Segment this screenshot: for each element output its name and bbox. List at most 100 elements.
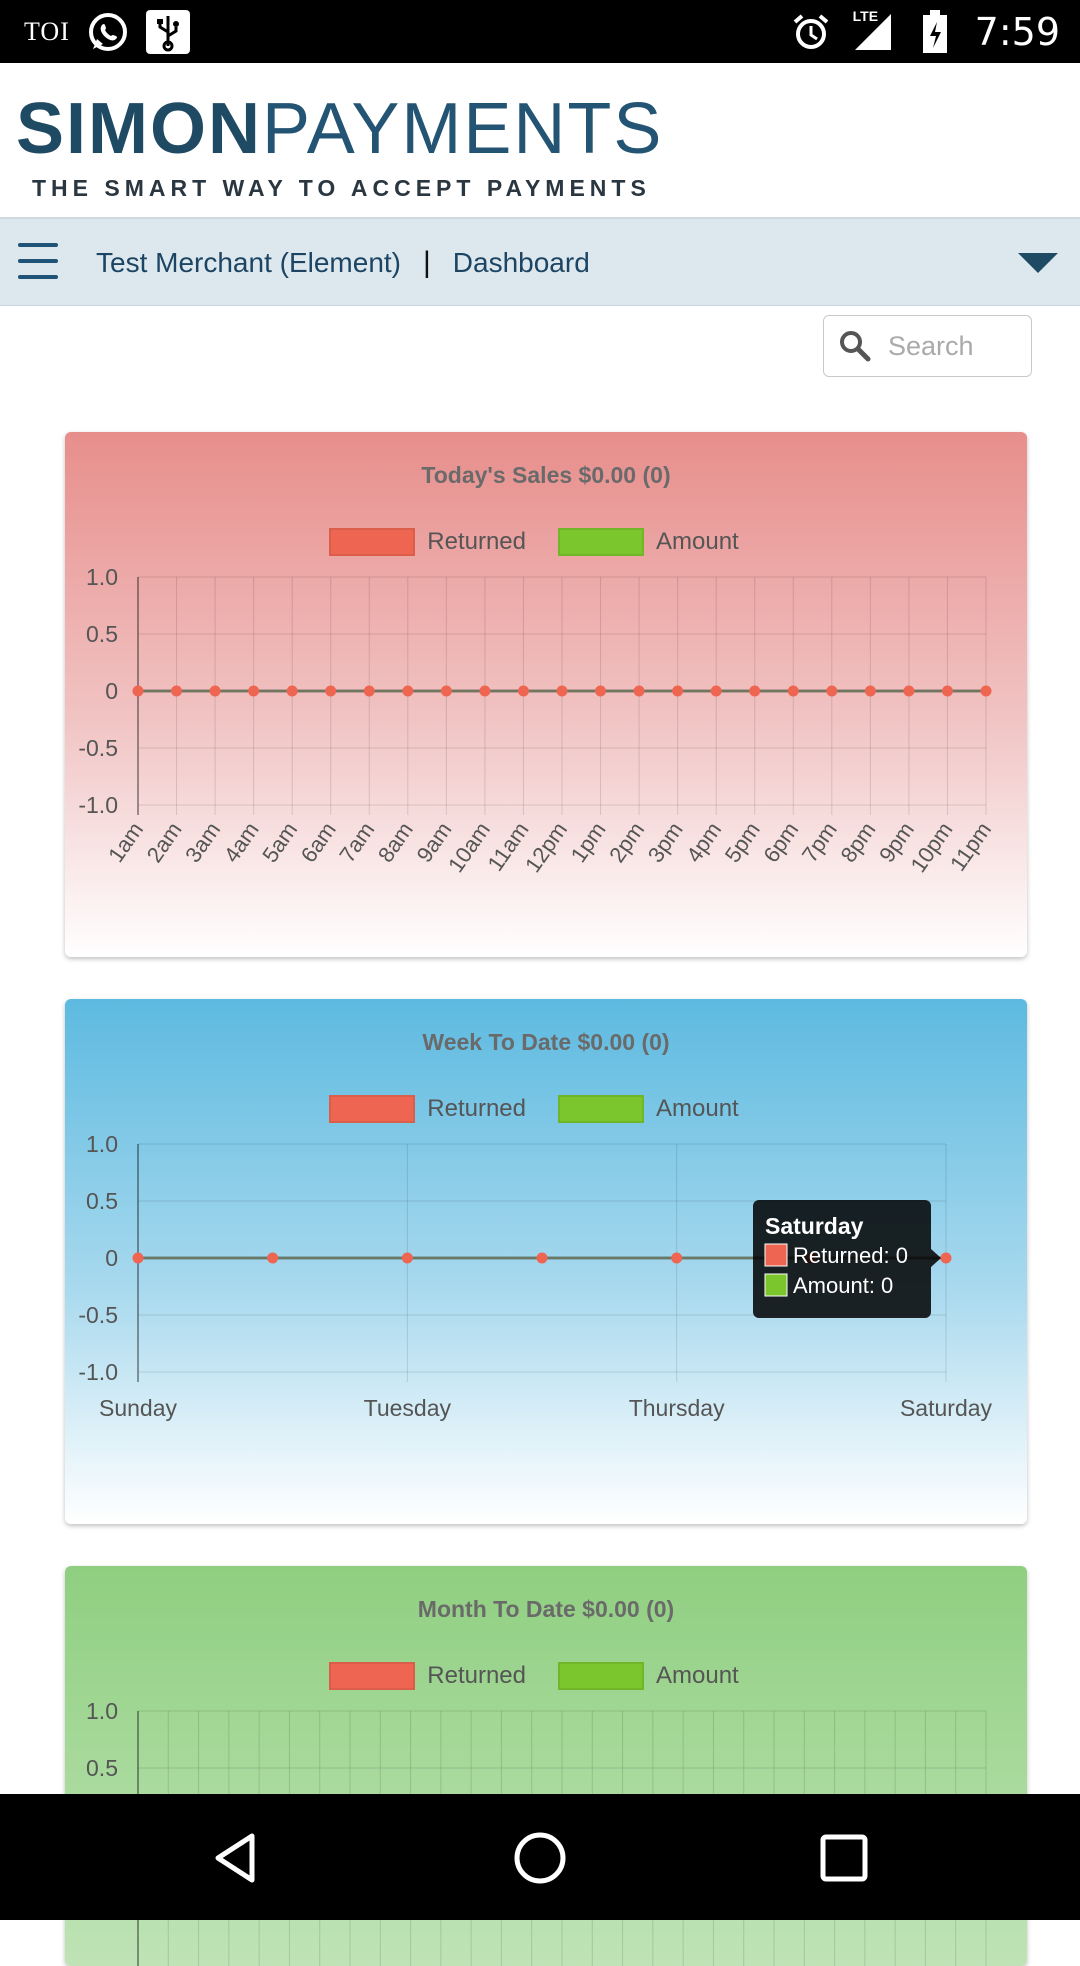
- y-tick-label: 0.5: [86, 1755, 118, 1781]
- data-point-returned: [672, 685, 684, 697]
- x-tick-label: 10am: [443, 818, 495, 877]
- x-tick-label: 5am: [257, 818, 302, 867]
- x-tick-label: Thursday: [629, 1395, 725, 1421]
- home-icon[interactable]: [510, 1828, 570, 1888]
- y-tick-label: 0: [105, 678, 118, 704]
- x-tick-label: Tuesday: [364, 1395, 452, 1421]
- tooltip-title: Saturday: [765, 1213, 864, 1239]
- data-point-returned: [903, 685, 915, 697]
- tooltip-swatch: [764, 1243, 788, 1267]
- tooltip-caret: [931, 1249, 941, 1267]
- y-tick-label: 0: [105, 1245, 118, 1271]
- data-point-returned: [286, 685, 298, 697]
- brand-name-bold: SIMON: [16, 89, 263, 169]
- tooltip-line: Amount: 0: [793, 1273, 893, 1298]
- x-tick-label: 10pm: [905, 818, 957, 877]
- data-point-returned: [787, 685, 799, 697]
- data-point-returned: [556, 685, 568, 697]
- data-point-returned: [479, 685, 491, 697]
- x-tick-label: 4am: [219, 818, 264, 867]
- recents-icon[interactable]: [814, 1828, 874, 1888]
- menu-icon[interactable]: [18, 243, 58, 279]
- today-sales-card: Today's Sales $0.00 (0) Returned Amount …: [65, 432, 1027, 957]
- usb-icon: [145, 9, 190, 54]
- y-tick-label: 1.0: [86, 1131, 118, 1157]
- x-tick-label: 6pm: [758, 818, 803, 867]
- brand-tagline: THE SMART WAY TO ACCEPT PAYMENTS: [32, 175, 651, 201]
- y-tick-label: 0.5: [86, 1188, 118, 1214]
- x-tick-label: 7am: [334, 818, 379, 867]
- x-tick-label: 7pm: [797, 818, 842, 867]
- chevron-down-icon[interactable]: [1018, 253, 1058, 273]
- x-tick-label: 2pm: [604, 818, 649, 867]
- android-nav-bar: [0, 1794, 1080, 1920]
- data-point-returned: [440, 685, 452, 697]
- breadcrumb-separator: |: [423, 245, 431, 279]
- data-point-returned: [710, 685, 722, 697]
- data-point-returned: [325, 685, 337, 697]
- x-tick-label: 11pm: [945, 818, 996, 876]
- y-tick-label: 0.5: [86, 621, 118, 647]
- x-tick-label: 1pm: [566, 818, 611, 867]
- week-to-date-card: Week To Date $0.00 (0) Returned Amount 1…: [65, 999, 1027, 1524]
- data-point-returned: [671, 1252, 683, 1264]
- data-point-returned: [248, 685, 260, 697]
- data-point-returned: [864, 685, 876, 697]
- x-tick-label: 4pm: [681, 818, 726, 867]
- data-point-returned: [171, 685, 183, 697]
- brand-name-light: PAYMENTS: [262, 89, 664, 169]
- status-bar: TOI LTE 7:59: [0, 0, 1080, 63]
- y-tick-label: -1.0: [78, 792, 118, 818]
- x-tick-label: 2am: [142, 818, 187, 867]
- data-point-returned: [536, 1252, 548, 1264]
- merchant-name[interactable]: Test Merchant (Element): [96, 247, 401, 279]
- data-point-returned: [749, 685, 761, 697]
- data-point-returned: [633, 685, 645, 697]
- data-point-returned: [363, 685, 375, 697]
- breadcrumb: Test Merchant (Element) | Dashboard: [96, 219, 590, 306]
- y-tick-label: -0.5: [78, 735, 118, 761]
- data-point-returned: [401, 1252, 413, 1264]
- tooltip-line: Returned: 0: [793, 1243, 908, 1268]
- x-tick-label: 6am: [296, 818, 341, 867]
- search-icon: [840, 331, 871, 362]
- week-to-date-chart[interactable]: 1.0 0.5 0 -0.5 -1.0 Sunday Tuesday Thursday Satu…: [65, 999, 1027, 1524]
- data-point-returned: [132, 685, 144, 697]
- brand-logo[interactable]: SIMONPAYMENTS: [16, 93, 663, 165]
- back-icon[interactable]: [206, 1828, 266, 1888]
- x-tick-label: 3am: [180, 818, 225, 867]
- x-tick-label: 3pm: [643, 818, 688, 867]
- data-point-returned: [826, 685, 838, 697]
- search-box[interactable]: [823, 315, 1032, 377]
- data-point-returned: [940, 1252, 952, 1264]
- clock: 7:59: [974, 9, 1060, 54]
- data-point-returned: [267, 1252, 279, 1264]
- data-point-returned: [517, 685, 529, 697]
- chart-tooltip: Saturday Returned: 0 Amount: 0: [753, 1200, 941, 1318]
- x-tick-label: 5pm: [720, 818, 765, 867]
- y-tick-label: -0.5: [78, 1302, 118, 1328]
- y-tick-label: 1.0: [86, 564, 118, 590]
- data-point-returned: [980, 685, 992, 697]
- brand-header: SIMONPAYMENTS THE SMART WAY TO ACCEPT PA…: [0, 63, 1080, 219]
- x-tick-label: Sunday: [99, 1395, 178, 1421]
- y-tick-label: 1.0: [86, 1698, 118, 1724]
- data-point-returned: [941, 685, 953, 697]
- x-tick-label: 12pm: [520, 818, 572, 877]
- search-input[interactable]: [888, 330, 1018, 362]
- data-point-returned: [595, 685, 607, 697]
- battery-icon: [913, 9, 957, 54]
- x-tick-label: 8pm: [835, 818, 880, 867]
- x-tick-label: 8am: [373, 818, 418, 867]
- alarm-icon: [789, 10, 833, 54]
- x-tick-label: 1am: [103, 818, 148, 867]
- page-title: Dashboard: [452, 246, 590, 278]
- x-tick-label: Saturday: [900, 1395, 993, 1421]
- data-point-returned: [132, 1252, 144, 1264]
- y-tick-label: -1.0: [78, 1359, 118, 1385]
- signal-icon: LTE: [851, 8, 895, 54]
- tooltip-swatch: [764, 1273, 788, 1297]
- data-point-returned: [209, 685, 221, 697]
- today-sales-chart[interactable]: 1.00.50-0.5-1.01am2am3am4am5am6am7am8am9…: [65, 432, 1027, 957]
- toi-icon: TOI: [24, 16, 70, 46]
